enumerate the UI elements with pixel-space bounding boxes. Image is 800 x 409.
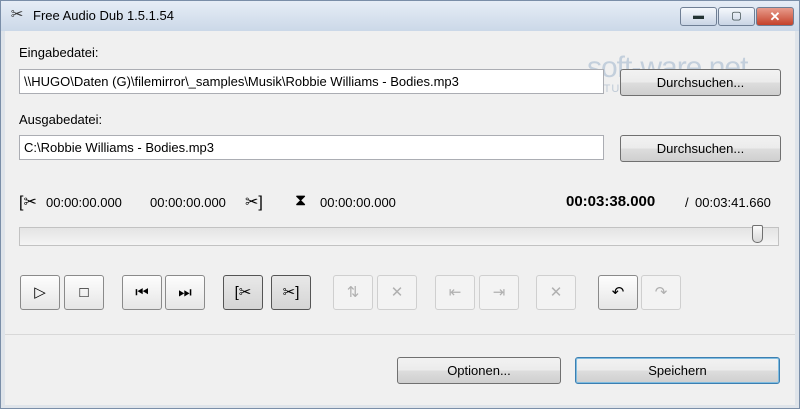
cut-end-icon: ✂] <box>245 194 263 211</box>
close-icon: ✕ <box>769 9 781 24</box>
cut-end-icon: ✂] <box>282 284 300 301</box>
cut-end-time: 00:00:00.000 <box>150 195 226 210</box>
options-button[interactable]: Optionen... <box>397 357 561 384</box>
goto-start-icon: ⇤ <box>448 284 462 301</box>
divider <box>5 334 795 335</box>
marker-icon: ⧗ <box>295 192 307 209</box>
total-duration: 00:03:41.660 <box>695 195 771 210</box>
redo-button[interactable]: ↷ <box>641 275 681 310</box>
play-button[interactable]: ▷ <box>20 275 60 310</box>
undo-icon: ↶ <box>611 284 625 301</box>
position-slider[interactable] <box>19 227 779 246</box>
join-button[interactable]: ⇅ <box>333 275 373 310</box>
output-file-label: Ausgabedatei: <box>19 112 103 127</box>
skip-back-icon: ⏮ <box>135 284 149 301</box>
save-button[interactable]: Speichern <box>575 357 780 384</box>
maximize-button[interactable]: ▢ <box>718 7 755 26</box>
minimize-icon: ▬ <box>693 10 704 22</box>
goto-end-icon: ⇥ <box>492 284 506 301</box>
undo-button[interactable]: ↶ <box>598 275 638 310</box>
next-button[interactable]: ⏭ <box>165 275 205 310</box>
marker-time: 00:00:00.000 <box>320 195 396 210</box>
output-file-field[interactable]: C:\Robbie Williams - Bodies.mp3 <box>19 135 604 160</box>
scissors-icon: ✂ <box>10 6 24 23</box>
title-bar[interactable]: ✂ Free Audio Dub 1.5.1.54 ▬ ▢ ✕ <box>1 1 799 31</box>
play-icon: ▷ <box>34 284 46 301</box>
set-cut-end-button[interactable]: ✂] <box>271 275 311 310</box>
cut-start-icon: [✂ <box>19 194 37 211</box>
slider-thumb[interactable] <box>752 225 763 243</box>
set-cut-start-button[interactable]: [✂ <box>223 275 263 310</box>
goto-start-button[interactable]: ⇤ <box>435 275 475 310</box>
maximize-icon: ▢ <box>731 10 742 22</box>
delete-button[interactable]: ✕ <box>536 275 576 310</box>
app-window: ✂ Free Audio Dub 1.5.1.54 ▬ ▢ ✕ soft-war… <box>0 0 800 409</box>
minimize-button[interactable]: ▬ <box>680 7 717 26</box>
input-file-label: Eingabedatei: <box>19 45 99 60</box>
prev-button[interactable]: ⏮ <box>122 275 162 310</box>
delete-icon: ✕ <box>549 284 563 301</box>
current-position: 00:03:38.000 <box>566 193 656 210</box>
output-browse-button[interactable]: Durchsuchen... <box>620 135 781 162</box>
time-separator: / <box>685 195 689 210</box>
goto-end-button[interactable]: ⇥ <box>479 275 519 310</box>
remove-cut-button[interactable]: ✕ <box>377 275 417 310</box>
cut-start-time: 00:00:00.000 <box>46 195 122 210</box>
skip-forward-icon: ⏭ <box>178 284 192 301</box>
stop-icon: □ <box>79 284 89 301</box>
cut-start-icon: [✂ <box>234 284 252 301</box>
redo-icon: ↷ <box>654 284 668 301</box>
close-button[interactable]: ✕ <box>756 7 794 26</box>
remove-cut-icon: ✕ <box>390 284 404 301</box>
main-panel: soft-ware.net AKTUELLE DOWNLOADS Eingabe… <box>5 31 795 405</box>
input-file-field[interactable]: \\HUGO\Daten (G)\filemirror\_samples\Mus… <box>19 69 604 94</box>
join-icon: ⇅ <box>346 284 360 301</box>
window-title: Free Audio Dub 1.5.1.54 <box>33 8 174 23</box>
input-browse-button[interactable]: Durchsuchen... <box>620 69 781 96</box>
stop-button[interactable]: □ <box>64 275 104 310</box>
